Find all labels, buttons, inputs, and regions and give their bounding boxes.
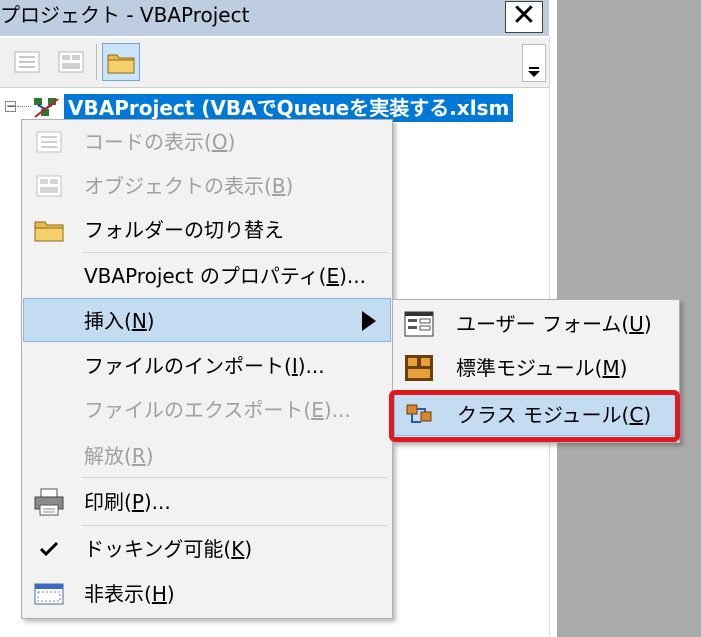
menu-item-print[interactable]: 印刷(P)... <box>23 480 391 524</box>
menu-item-label: 印刷(P)... <box>84 490 171 514</box>
menu-item-label: VBAProject のプロパティ(E)... <box>84 264 366 288</box>
menu-item-view-code[interactable]: コードの表示(O) <box>23 120 391 164</box>
menu-item-label: コードの表示(O) <box>84 130 236 154</box>
view-object-button[interactable] <box>52 43 90 81</box>
menu-item-label: ドッキング可能(K) <box>84 537 253 561</box>
submenu-item-standard-module[interactable]: 標準モジュール(M) <box>394 346 678 390</box>
menu-item-view-object[interactable]: オブジェクトの表示(B) <box>23 164 391 208</box>
submenu-arrow-icon <box>362 311 376 331</box>
toolbar <box>0 38 549 88</box>
menu-item-toggle-folders[interactable]: フォルダーの切り替え <box>23 208 391 252</box>
menu-item-label: 非表示(H) <box>84 582 175 606</box>
menu-item-remove[interactable]: 解放(R) <box>23 434 391 478</box>
menu-item-insert[interactable]: 挿入(N) <box>23 298 391 342</box>
folder-icon <box>33 215 65 245</box>
printer-icon <box>33 487 65 517</box>
menu-separator <box>82 252 388 253</box>
menu-item-hide[interactable]: 非表示(H) <box>23 572 391 616</box>
standard-module-icon <box>402 353 436 383</box>
folder-icon <box>107 54 135 74</box>
menu-item-import-file[interactable]: ファイルのインポート(I)... <box>23 344 391 388</box>
toggle-folders-button[interactable] <box>102 43 140 81</box>
toolbar-dropdown[interactable] <box>522 44 546 82</box>
project-label[interactable]: VBAProject (VBAでQueueを実装する.xlsm <box>64 94 514 122</box>
view-code-button[interactable] <box>8 43 46 81</box>
close-button[interactable]: ✕ <box>505 1 543 33</box>
menu-item-label: 挿入(N) <box>84 309 155 333</box>
object-view-icon <box>58 51 84 73</box>
hide-window-icon <box>33 579 65 609</box>
menu-separator <box>82 477 388 478</box>
window-title: プロジェクト - VBAProject <box>0 3 250 27</box>
userform-icon <box>402 309 436 339</box>
menu-separator <box>82 525 388 526</box>
menu-item-label: ファイルのエクスポート(E)... <box>84 398 351 422</box>
code-view-icon <box>33 127 65 157</box>
toolbar-separator <box>96 44 97 80</box>
collapse-toggle[interactable]: − <box>5 100 16 112</box>
checkmark-icon <box>33 534 65 564</box>
object-view-icon <box>33 171 65 201</box>
project-tree-node[interactable]: − VBAProject (VBAでQueueを実装する.xlsm <box>0 92 549 122</box>
menu-item-label: フォルダーの切り替え <box>84 218 284 242</box>
menu-item-dockable[interactable]: ドッキング可能(K) <box>23 527 391 571</box>
chevron-down-icon <box>528 67 540 77</box>
menu-item-label: 解放(R) <box>84 444 154 468</box>
submenu-item-userform[interactable]: ユーザー フォーム(U) <box>394 302 678 346</box>
menu-item-project-properties[interactable]: VBAProject のプロパティ(E)... <box>23 254 391 298</box>
menu-item-label: ファイルのインポート(I)... <box>84 354 325 378</box>
menu-item-export-file[interactable]: ファイルのエクスポート(E)... <box>23 388 391 432</box>
tree-connector <box>17 106 31 107</box>
vba-project-icon <box>34 98 59 118</box>
context-menu: コードの表示(O) オブジェクトの表示(B) フォルダーの切り替え VBAPro… <box>21 119 393 619</box>
code-view-icon <box>14 51 40 73</box>
menu-item-label: オブジェクトの表示(B) <box>84 174 294 198</box>
submenu-item-label: 標準モジュール(M) <box>456 356 628 380</box>
callout-highlight-box <box>389 390 680 442</box>
title-bar: プロジェクト - VBAProject ✕ <box>0 0 549 36</box>
submenu-item-label: ユーザー フォーム(U) <box>456 312 652 336</box>
